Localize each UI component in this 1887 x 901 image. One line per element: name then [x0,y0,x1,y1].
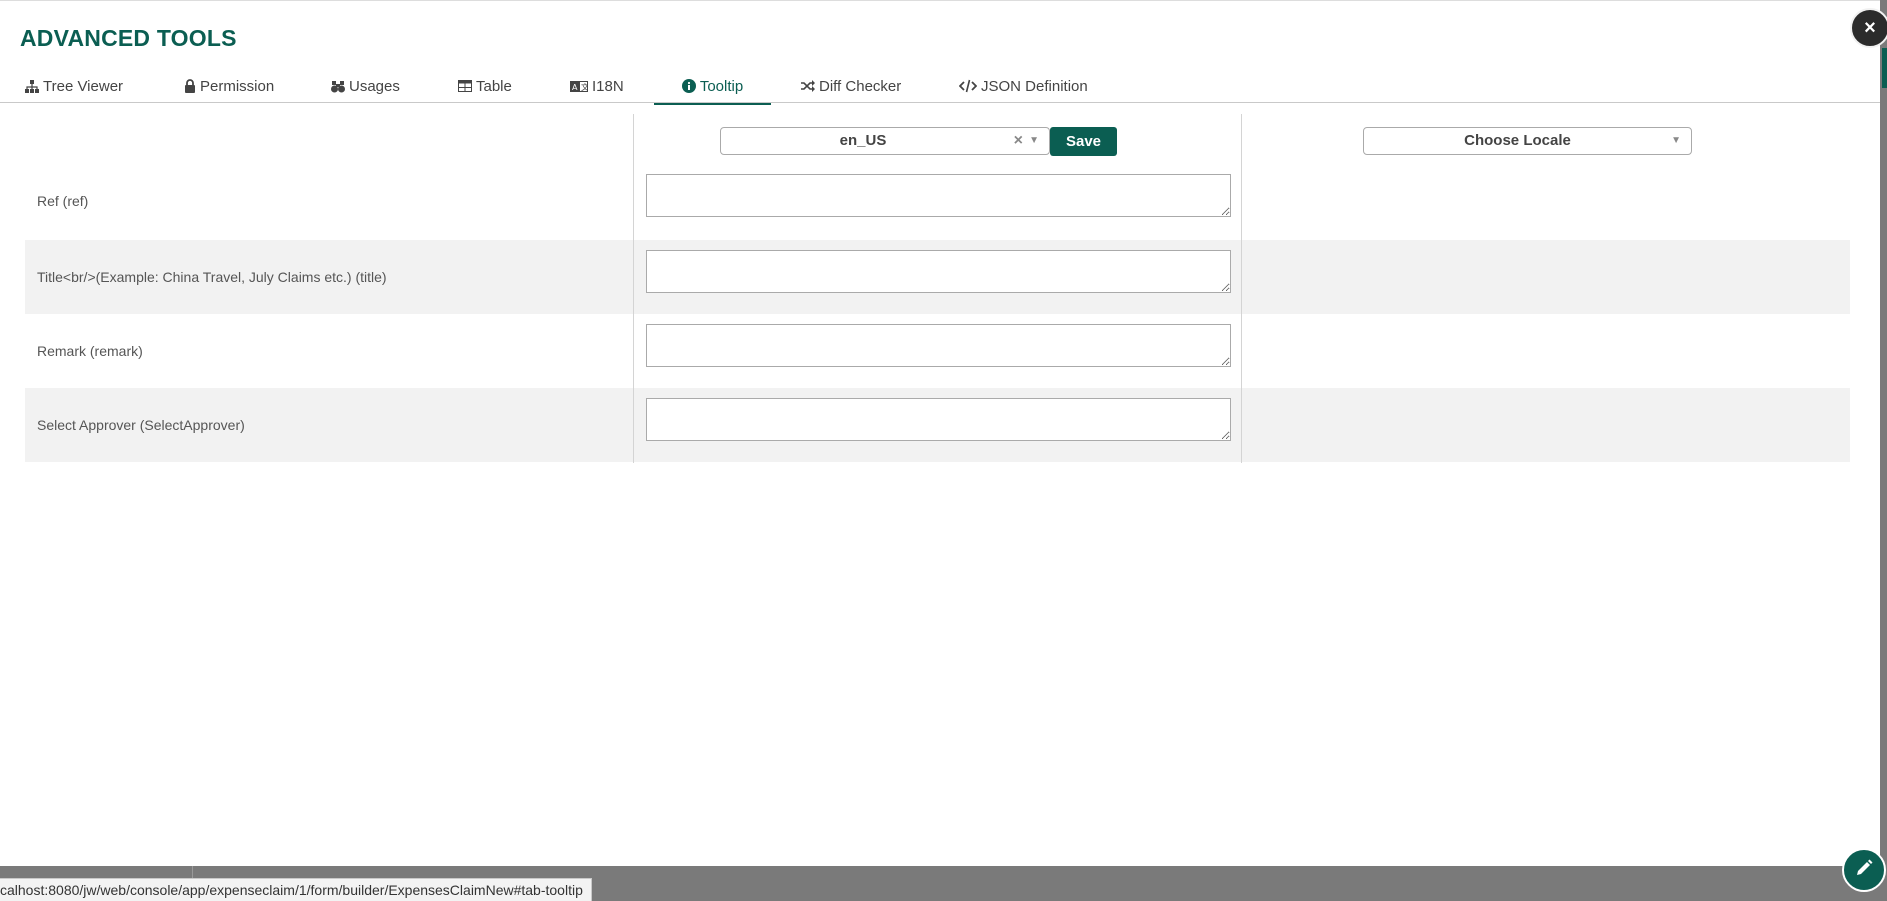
chevron-down-icon: ▼ [1029,135,1039,146]
advanced-tools-panel: ADVANCED TOOLS Tree Viewer Permission Us… [0,0,1880,866]
field-label: Remark (remark) [37,343,143,359]
tooltip-table: Ref (ref) Title<br/>(Example: China Trav… [25,114,1850,463]
locale-select[interactable]: en_US × ▼ [720,127,1050,155]
chevron-down-icon: ▼ [1671,135,1681,146]
tab-diff-checker[interactable]: Diff Checker [801,69,901,103]
tooltip-input-remark[interactable] [646,324,1231,367]
locale-value: en_US [839,132,887,149]
tab-tooltip[interactable]: Tooltip [654,69,771,105]
table-row: Remark (remark) [25,314,1850,388]
random-icon [801,80,815,92]
tooltip-input-selectapprover[interactable] [646,398,1231,441]
tab-label: Usages [349,77,400,95]
tooltip-input-ref[interactable] [646,174,1231,217]
column-divider [633,114,634,463]
field-label: Ref (ref) [37,193,89,209]
tab-table[interactable]: Table [458,69,512,103]
table-row: Ref (ref) [25,164,1850,238]
compare-locale-select[interactable]: Choose Locale ▼ [1363,127,1692,155]
svg-text:A: A [572,83,578,92]
tab-label: JSON Definition [981,77,1088,95]
tab-bar: Tree Viewer Permission Usages Table A文 I… [0,69,1880,105]
scroll-marker [1882,48,1887,88]
tooltip-input-title[interactable] [646,250,1231,293]
tab-label: Diff Checker [819,77,902,95]
sitemap-icon [25,79,39,93]
tab-i18n[interactable]: A文 I18N [570,69,624,103]
svg-text:文: 文 [581,82,588,92]
save-button[interactable]: Save [1050,127,1117,156]
tab-label: Tooltip [699,77,744,95]
tab-json-definition[interactable]: JSON Definition [959,69,1088,103]
page-scrollbar [1880,0,1887,901]
table-row: Select Approver (SelectApprover) [25,388,1850,462]
binoculars-icon [331,80,345,93]
table-row: Title<br/>(Example: China Travel, July C… [25,240,1850,314]
status-bar-url: calhost:8080/jw/web/console/app/expensec… [0,878,592,901]
pencil-icon [1854,858,1874,883]
page-title: ADVANCED TOOLS [20,25,237,51]
tab-label: Tree Viewer [43,77,124,95]
language-icon: A文 [570,80,588,92]
info-circle-icon [681,79,696,93]
edit-button[interactable] [1842,848,1886,892]
tab-tree-viewer[interactable]: Tree Viewer [25,69,123,103]
clear-icon[interactable]: × [1014,128,1023,154]
column-divider [1241,114,1242,463]
close-icon: × [1864,16,1876,39]
tab-label: Table [476,77,512,95]
close-button[interactable]: × [1850,8,1887,48]
table-icon [458,80,472,92]
lock-icon [184,79,196,93]
field-label: Select Approver (SelectApprover) [37,417,245,433]
tab-label: I18N [592,77,624,95]
code-icon [959,79,977,93]
tab-permission[interactable]: Permission [184,69,274,103]
field-label: Title<br/>(Example: China Travel, July C… [37,269,387,285]
tab-usages[interactable]: Usages [331,69,400,103]
status-divider [192,866,193,878]
compare-locale-placeholder: Choose Locale [1464,132,1571,149]
tab-label: Permission [200,77,275,95]
